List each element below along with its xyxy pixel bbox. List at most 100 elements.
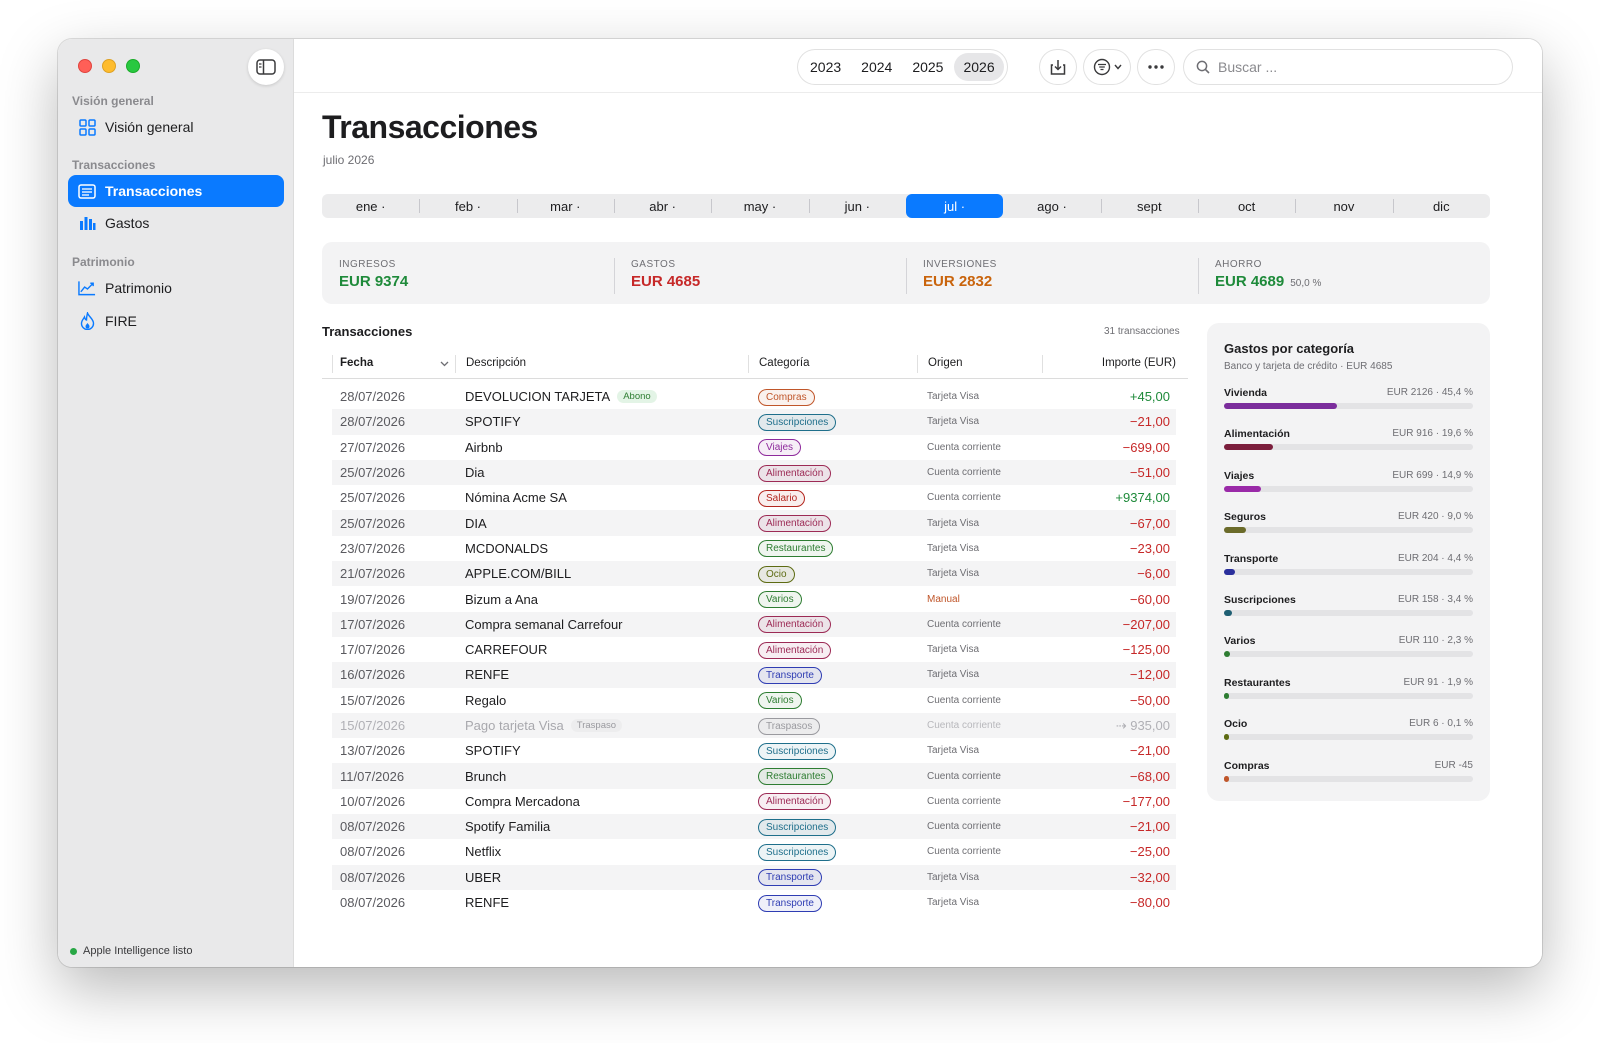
column-header-description[interactable]: Descripción <box>466 357 526 369</box>
category-pill[interactable]: Suscripciones <box>758 818 837 836</box>
table-row[interactable]: 15/07/2026 Pago tarjeta Visa Traspaso Trasp… <box>332 712 1176 739</box>
column-header-date[interactable]: Fecha <box>340 357 373 369</box>
summary-value: EUR 4689 50,0 % <box>1215 273 1490 290</box>
sidebar-item-wealth[interactable]: Patrimonio <box>68 272 284 304</box>
close-window-button[interactable] <box>78 59 92 73</box>
category-pill[interactable]: Viajes <box>758 439 802 457</box>
month-tab[interactable]: mar · <box>516 194 614 218</box>
table-row[interactable]: 11/07/2026 Brunch Restaurantes Cuenta corri… <box>332 763 1176 789</box>
month-tab[interactable]: ago · <box>1003 194 1100 218</box>
row-description: UBER <box>465 870 501 885</box>
category-pill[interactable]: Salario <box>758 489 806 507</box>
year-2025-button[interactable]: 2025 <box>903 53 952 81</box>
more-options-button[interactable] <box>1138 50 1174 84</box>
table-row[interactable]: 19/07/2026 Bizum a Ana Varios Manual −60,00 <box>332 586 1176 611</box>
column-header-amount[interactable]: Importe (EUR) <box>1102 357 1176 369</box>
search-field[interactable] <box>1184 50 1512 84</box>
table-row[interactable]: 27/07/2026 Airbnb Viajes Cuenta corriente −6… <box>332 435 1176 460</box>
table-row[interactable]: 08/07/2026 RENFE Transporte Tarjeta Visa −80… <box>332 890 1176 915</box>
month-tab[interactable]: jul · <box>905 194 1004 218</box>
sidebar-item-overview[interactable]: Visión general <box>68 111 284 143</box>
sidebar-item-expenses[interactable]: Gastos <box>68 207 284 239</box>
month-tab[interactable]: nov <box>1295 194 1392 218</box>
row-origin: Tarjeta Visa <box>927 745 980 757</box>
category-pill[interactable]: Varios <box>758 591 802 609</box>
row-category: Suscripciones <box>758 843 837 861</box>
row-description-text: MCDONALDS <box>465 540 549 556</box>
table-row[interactable]: 23/07/2026 MCDONALDS Restaurantes Tarjeta V… <box>332 536 1176 561</box>
month-tab[interactable]: abr · <box>613 194 711 218</box>
summary-value: EUR 4685 <box>631 273 906 290</box>
table-row[interactable]: 13/07/2026 SPOTIFY Suscripciones Tarjeta Vi… <box>332 738 1176 763</box>
table-row[interactable]: 17/07/2026 Compra semanal Carrefour Alimen… <box>332 611 1176 637</box>
category-pill[interactable]: Varios <box>758 692 802 710</box>
table-row[interactable]: 17/07/2026 CARREFOUR Alimentación Tarjeta V… <box>332 637 1176 662</box>
row-origin: Cuenta corriente <box>927 846 1001 858</box>
table-row[interactable]: 25/07/2026 Dia Alimentación Cuenta corrient… <box>332 459 1176 486</box>
category-pill[interactable]: Alimentación <box>758 641 832 659</box>
category-pill[interactable]: Suscripciones <box>758 413 837 431</box>
category-pill[interactable]: Suscripciones <box>758 742 837 760</box>
row-description-text: Brunch <box>465 768 507 784</box>
row-amount: −207,00 <box>1122 616 1170 632</box>
category-pill[interactable]: Traspasos <box>758 717 821 735</box>
month-tab[interactable]: feb · <box>419 194 516 218</box>
table-row[interactable]: 25/07/2026 Nómina Acme SA Salario Cuenta co… <box>332 485 1176 510</box>
column-header-origin[interactable]: Origen <box>928 357 963 369</box>
table-row[interactable]: 15/07/2026 Regalo Varios Cuenta corriente −5… <box>332 688 1176 713</box>
category-pill[interactable]: Restaurantes <box>758 540 834 558</box>
table-row[interactable]: 08/07/2026 UBER Transporte Tarjeta Visa −32,… <box>332 864 1176 890</box>
sidebar-item-transactions[interactable]: Transacciones <box>68 175 284 207</box>
category-pill[interactable]: Compras <box>758 388 815 406</box>
category-pill[interactable]: Alimentación <box>758 616 832 634</box>
month-tab[interactable]: jun · <box>808 194 906 218</box>
table-row[interactable]: 08/07/2026 Netflix Suscripciones Cuenta cor… <box>332 839 1176 864</box>
table-row[interactable]: 08/07/2026 Spotify Familia Suscripciones Cu… <box>332 814 1176 840</box>
table-row[interactable]: 21/07/2026 APPLE.COM/BILL Ocio Tarjeta Visa… <box>332 561 1176 587</box>
year-2024-button[interactable]: 2024 <box>852 53 901 81</box>
category-pill[interactable]: Transporte <box>758 869 822 887</box>
row-description: Regalo <box>465 693 506 708</box>
row-date: 27/07/2026 <box>340 439 406 455</box>
year-2026-button[interactable]: 2026 <box>954 53 1004 81</box>
filter-menu-button[interactable] <box>1084 50 1130 84</box>
category-pill[interactable]: Alimentación <box>758 793 832 811</box>
minimize-window-button[interactable] <box>102 59 116 73</box>
sidebar-item-fire[interactable]: FIRE <box>68 305 284 337</box>
category-bar-fill <box>1224 734 1229 741</box>
row-description-text: Bizum a Ana <box>465 591 538 607</box>
row-date: 28/07/2026 <box>340 414 406 430</box>
month-tab[interactable]: ene · <box>322 194 419 218</box>
month-tab[interactable]: may · <box>711 194 808 218</box>
import-button[interactable] <box>1040 50 1076 84</box>
month-tab[interactable]: dic <box>1392 194 1490 218</box>
table-row[interactable]: 25/07/2026 DIA Alimentación Tarjeta Visa −67… <box>332 510 1176 536</box>
month-tab[interactable]: sept <box>1100 194 1198 218</box>
zoom-window-button[interactable] <box>126 59 140 73</box>
row-description: Dia <box>465 465 485 480</box>
table-row[interactable]: 10/07/2026 Compra Mercadona Alimentación Cu… <box>332 789 1176 814</box>
category-pill[interactable]: Ocio <box>758 565 795 583</box>
ellipsis-icon <box>1148 65 1164 69</box>
category-pill[interactable]: Alimentación <box>758 515 832 533</box>
month-tab[interactable]: oct <box>1197 194 1295 218</box>
search-icon <box>1196 60 1210 74</box>
category-pill[interactable]: Restaurantes <box>758 768 834 786</box>
category-pill[interactable]: Suscripciones <box>758 843 837 861</box>
table-row[interactable]: 16/07/2026 RENFE Transporte Tarjeta Visa −12… <box>332 662 1176 688</box>
row-description-text: Spotify Familia <box>465 819 551 835</box>
sort-chevron-icon[interactable] <box>440 361 449 367</box>
table-row[interactable]: 28/07/2026 SPOTIFY Suscripciones Tarjeta Vi… <box>332 409 1176 435</box>
bar-chart-icon <box>78 214 96 232</box>
category-name: Alimentación <box>1224 428 1290 441</box>
sidebar-toggle-button[interactable] <box>248 49 284 85</box>
category-pill[interactable]: Transporte <box>758 666 822 684</box>
column-header-category[interactable]: Categoría <box>759 357 810 369</box>
row-date: 16/07/2026 <box>340 667 406 683</box>
search-input[interactable] <box>1218 59 1498 75</box>
category-pill[interactable]: Transporte <box>758 894 822 912</box>
table-row[interactable]: 28/07/2026 DEVOLUCION TARJETA Abono Compras… <box>332 384 1176 409</box>
category-pill[interactable]: Alimentación <box>758 464 832 482</box>
year-2023-button[interactable]: 2023 <box>801 53 850 81</box>
row-description: Brunch <box>465 769 506 784</box>
